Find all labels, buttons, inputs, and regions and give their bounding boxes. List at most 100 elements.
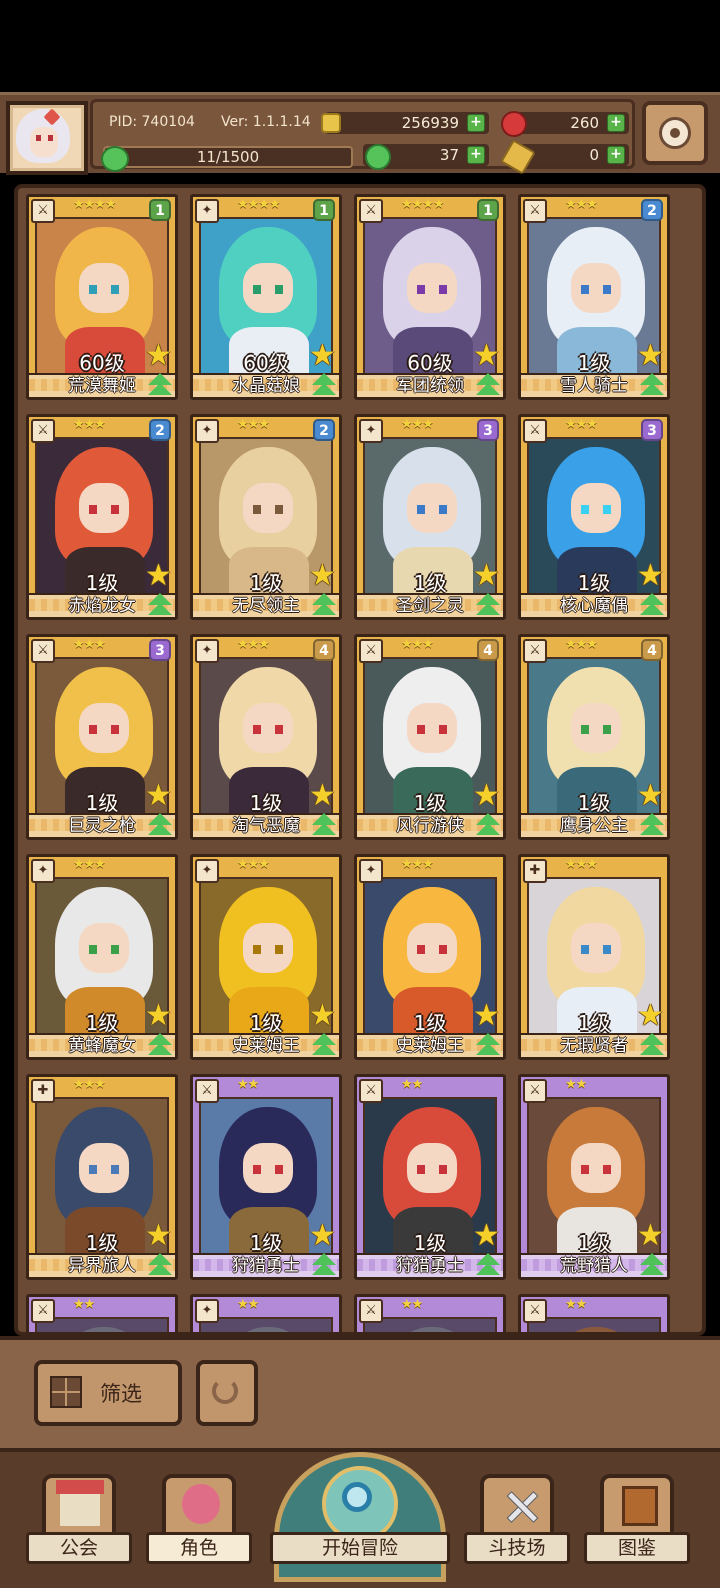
character-card[interactable]: ✦ ★★★ 1级 史莱姆王 ★ — [354, 854, 506, 1060]
filter-button[interactable]: 筛选 — [34, 1360, 182, 1426]
tier-badge: 2 — [641, 199, 663, 221]
character-grid-panel[interactable]: ⚔ ★★★★ 1 60级 荒漠舞姬 ★ ✦ ★★★★ 1 60级 水晶菇娘 ★ ⚔ ★★★★ 1 60级 军团统… — [14, 184, 706, 1336]
portrait-eye — [253, 505, 261, 514]
rarity-stars: ★★★ — [73, 417, 106, 432]
level-up-arrow-icon[interactable] — [309, 373, 339, 397]
portrait-face — [79, 923, 129, 973]
star-upgrade-icon[interactable]: ★ — [145, 1221, 175, 1251]
character-card[interactable]: ✦ ★★★ 1级 史莱姆王 ★ — [190, 854, 342, 1060]
character-card[interactable]: ✦ ★★★★ 1 60级 水晶菇娘 ★ — [190, 194, 342, 400]
nav-character[interactable]: 角色 — [146, 1474, 252, 1574]
character-card[interactable]: ✦ ★★★ 3 1级 圣剑之灵 ★ — [354, 414, 506, 620]
star-upgrade-icon[interactable]: ★ — [637, 781, 667, 811]
level-up-arrow-icon[interactable] — [473, 1253, 503, 1277]
level-up-arrow-icon[interactable] — [637, 1033, 667, 1057]
level-up-arrow-icon[interactable] — [145, 593, 175, 617]
level-up-arrow-icon[interactable] — [145, 373, 175, 397]
add-clover-button[interactable]: + — [467, 146, 485, 164]
star-upgrade-icon[interactable]: ★ — [473, 561, 503, 591]
level-up-arrow-icon[interactable] — [637, 1253, 667, 1277]
character-card[interactable]: ⚔ ★★ — [354, 1294, 506, 1332]
star-upgrade-icon[interactable]: ★ — [637, 341, 667, 371]
character-card[interactable]: ⚔ ★★ 1级 狩猎勇士 ★ — [190, 1074, 342, 1280]
level-up-arrow-icon[interactable] — [309, 593, 339, 617]
level-up-arrow-icon[interactable] — [309, 1253, 339, 1277]
level-up-arrow-icon[interactable] — [145, 1253, 175, 1277]
rarity-stars: ★★★ — [565, 417, 598, 432]
star-upgrade-icon[interactable]: ★ — [309, 1221, 339, 1251]
character-card[interactable]: ⚔ ★★★ 2 1级 雪人骑士 ★ — [518, 194, 670, 400]
portrait-face — [407, 703, 457, 753]
character-card[interactable]: ⚔ ★★★ 4 1级 风行游侠 ★ — [354, 634, 506, 840]
level-up-arrow-icon[interactable] — [473, 1033, 503, 1057]
character-card[interactable]: ✦ ★★ — [190, 1294, 342, 1332]
portrait-face — [571, 923, 621, 973]
character-card[interactable]: ⚔ ★★★ 3 1级 巨灵之枪 ★ — [26, 634, 178, 840]
portrait-face — [243, 483, 293, 533]
level-up-arrow-icon[interactable] — [145, 813, 175, 837]
add-key-button[interactable]: + — [607, 146, 625, 164]
star-upgrade-icon[interactable]: ★ — [309, 1001, 339, 1031]
star-upgrade-icon[interactable]: ★ — [145, 561, 175, 591]
character-card[interactable]: ✦ ★★★ 2 1级 无尽领主 ★ — [190, 414, 342, 620]
add-ruby-button[interactable]: + — [607, 114, 625, 132]
star-upgrade-icon[interactable]: ★ — [473, 1001, 503, 1031]
character-card[interactable]: ✚ ★★★ 1级 异界旅人 ★ — [26, 1074, 178, 1280]
tier-badge: 3 — [477, 419, 499, 441]
weapon-type-icon: ✦ — [359, 859, 383, 883]
star-upgrade-icon[interactable]: ★ — [145, 1001, 175, 1031]
rarity-stars: ★★★ — [565, 197, 598, 212]
level-up-arrow-icon[interactable] — [473, 373, 503, 397]
grid-toolbar: 筛选 — [0, 1336, 720, 1452]
level-up-arrow-icon[interactable] — [637, 593, 667, 617]
filter-label: 筛选 — [100, 1382, 142, 1406]
character-card[interactable]: ⚔ ★★ 1级 狩猎勇士 ★ — [354, 1074, 506, 1280]
character-card[interactable]: ⚔ ★★ — [26, 1294, 178, 1332]
star-upgrade-icon[interactable]: ★ — [309, 341, 339, 371]
weapon-type-icon: ✦ — [195, 419, 219, 443]
character-card[interactable]: ⚔ ★★ 1级 荒野猎人 ★ — [518, 1074, 670, 1280]
character-card[interactable]: ✚ ★★★ 1级 无瑕贤者 ★ — [518, 854, 670, 1060]
player-avatar[interactable] — [6, 101, 88, 175]
level-up-arrow-icon[interactable] — [637, 373, 667, 397]
portrait-eye — [275, 1165, 283, 1174]
portrait-hair — [219, 1327, 317, 1332]
add-gold-button[interactable]: + — [467, 114, 485, 132]
character-card[interactable]: ⚔ ★★★ 4 1级 鹰身公主 ★ — [518, 634, 670, 840]
star-upgrade-icon[interactable]: ★ — [637, 1001, 667, 1031]
level-up-arrow-icon[interactable] — [637, 813, 667, 837]
portrait-face — [79, 483, 129, 533]
level-up-arrow-icon[interactable] — [309, 813, 339, 837]
star-upgrade-icon[interactable]: ★ — [473, 341, 503, 371]
star-upgrade-icon[interactable]: ★ — [473, 1221, 503, 1251]
refresh-button[interactable] — [196, 1360, 258, 1426]
gold-coin-icon — [321, 113, 341, 133]
nav-codex[interactable]: 图鉴 — [584, 1474, 690, 1574]
nav-arena[interactable]: 斗技场 — [464, 1474, 570, 1574]
settings-button[interactable] — [642, 101, 708, 165]
star-upgrade-icon[interactable]: ★ — [637, 561, 667, 591]
character-card[interactable]: ⚔ ★★★ 2 1级 赤焰龙女 ★ — [26, 414, 178, 620]
star-upgrade-icon[interactable]: ★ — [309, 561, 339, 591]
character-card[interactable]: ⚔ ★★★ 3 1级 核心魔偶 ★ — [518, 414, 670, 620]
weapon-type-icon: ⚔ — [359, 199, 383, 223]
level-up-arrow-icon[interactable] — [473, 813, 503, 837]
level-up-arrow-icon[interactable] — [473, 593, 503, 617]
nav-guild[interactable]: 公会 — [26, 1474, 132, 1574]
star-upgrade-icon[interactable]: ★ — [145, 781, 175, 811]
ruby-icon — [501, 111, 527, 137]
level-up-arrow-icon[interactable] — [145, 1033, 175, 1057]
star-upgrade-icon[interactable]: ★ — [145, 341, 175, 371]
character-card[interactable]: ⚔ ★★★★ 1 60级 军团统领 ★ — [354, 194, 506, 400]
character-card[interactable]: ⚔ ★★ — [518, 1294, 670, 1332]
character-card[interactable]: ⚔ ★★★★ 1 60级 荒漠舞姬 ★ — [26, 194, 178, 400]
tier-badge: 4 — [313, 639, 335, 661]
start-adventure-button[interactable]: 开始冒险 — [270, 1452, 450, 1588]
star-upgrade-icon[interactable]: ★ — [309, 781, 339, 811]
level-up-arrow-icon[interactable] — [309, 1033, 339, 1057]
character-card[interactable]: ✦ ★★★ 1级 黄蜂魔女 ★ — [26, 854, 178, 1060]
character-card[interactable]: ✦ ★★★ 4 1级 淘气恶魔 ★ — [190, 634, 342, 840]
refresh-icon — [212, 1378, 238, 1404]
star-upgrade-icon[interactable]: ★ — [637, 1221, 667, 1251]
star-upgrade-icon[interactable]: ★ — [473, 781, 503, 811]
